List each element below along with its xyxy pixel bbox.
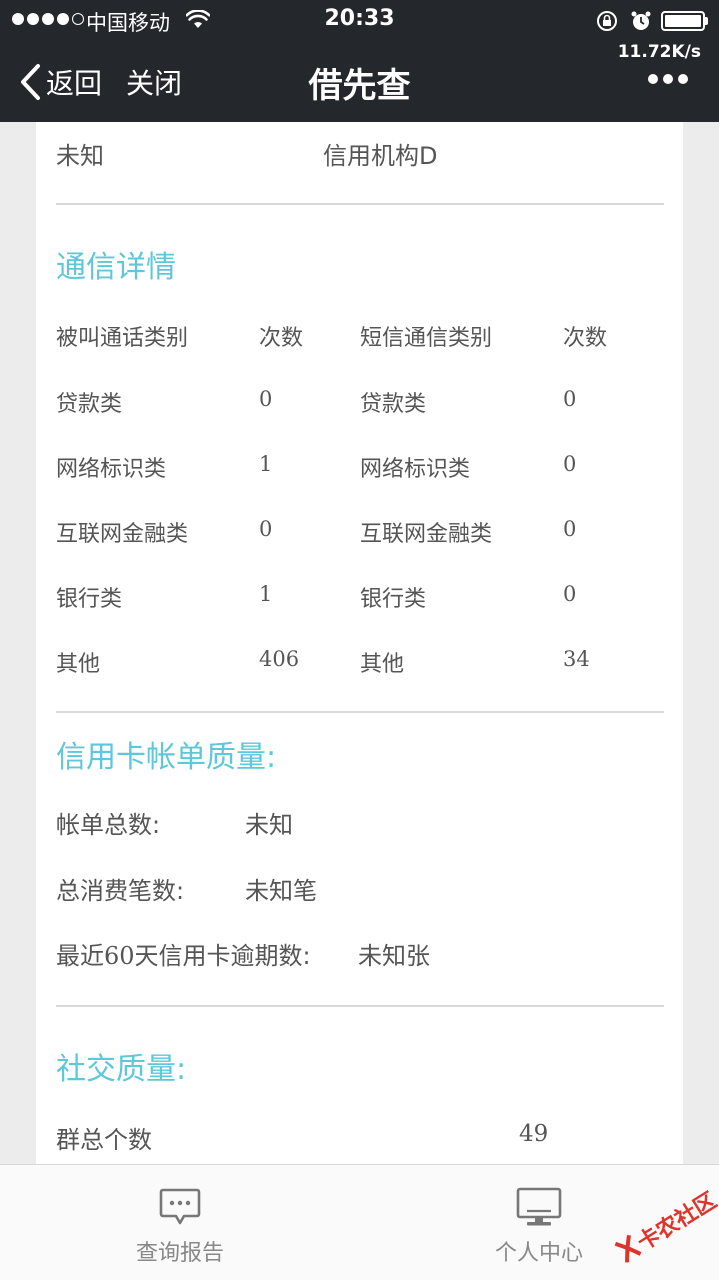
cell-called-count: 1 — [259, 582, 273, 606]
chevron-left-icon — [21, 64, 40, 100]
cell-called-count: 1 — [259, 452, 273, 476]
cell-called-type: 银行类 — [56, 587, 123, 612]
cell-sms-type: 其他 — [360, 652, 405, 677]
cell-sms-type: 贷款类 — [360, 392, 427, 417]
comm-section-title: 通信详情 — [56, 250, 176, 285]
top-bar: 中国移动 20:33 11.72K/s 返回 关闭 借先查 — [0, 0, 719, 122]
battery-icon — [661, 11, 709, 31]
tab-query-report-label: 查询报告 — [135, 1241, 224, 1266]
cell-sms-type: 互联网金融类 — [360, 522, 493, 547]
overdue-count-label: 最近60天信用卡逾期数: — [56, 942, 311, 970]
cell-called-type: 网络标识类 — [56, 457, 167, 482]
alarm-icon — [631, 11, 651, 30]
rotation-lock-icon — [597, 11, 617, 31]
chat-bubble-icon — [159, 1188, 201, 1225]
cell-called-count: 406 — [259, 647, 300, 671]
more-options-button[interactable] — [648, 74, 688, 84]
comm-header-called-type: 被叫通话类别 — [56, 326, 189, 351]
cell-sms-count: 0 — [563, 582, 577, 606]
comm-header-sms-count: 次数 — [563, 326, 608, 351]
cell-called-type: 互联网金融类 — [56, 522, 189, 547]
monitor-icon — [516, 1187, 562, 1226]
back-label: 返回 — [46, 67, 103, 100]
status-bar: 中国移动 20:33 — [0, 0, 719, 40]
divider — [56, 711, 664, 713]
cell-sms-count: 0 — [563, 387, 577, 411]
group-count-value: 49 — [519, 1121, 549, 1147]
comm-header-called-count: 次数 — [259, 326, 304, 351]
cell-called-count: 0 — [259, 387, 273, 411]
top-row-left: 未知 — [56, 142, 104, 170]
top-row-right: 信用机构D — [323, 142, 438, 170]
bill-total-label: 帐单总数: — [56, 811, 161, 839]
consumption-count-label: 总消费笔数: — [56, 877, 185, 905]
social-section-title: 社交质量: — [56, 1052, 187, 1087]
back-button[interactable]: 返回 — [18, 60, 102, 104]
cell-sms-count: 0 — [563, 517, 577, 541]
cell-called-type: 贷款类 — [56, 392, 123, 417]
close-button[interactable]: 关闭 — [126, 62, 182, 102]
bill-total-value: 未知 — [245, 811, 293, 839]
cell-sms-type: 银行类 — [360, 587, 427, 612]
more-dots-icon — [648, 74, 658, 84]
credit-section-title: 信用卡帐单质量: — [56, 740, 277, 775]
divider — [56, 203, 664, 205]
report-card[interactable]: 未知 信用机构D 通信详情 被叫通话类别 次数 短信通信类别 次数 贷款类 0 … — [36, 122, 683, 1164]
group-count-label: 群总个数 — [56, 1126, 152, 1154]
cell-sms-type: 网络标识类 — [360, 457, 471, 482]
cell-sms-count: 34 — [563, 647, 590, 671]
page-title: 借先查 — [308, 66, 411, 106]
overdue-count-value: 未知张 — [358, 942, 430, 970]
comm-header-sms-type: 短信通信类别 — [360, 326, 493, 351]
consumption-count-value: 未知笔 — [245, 877, 317, 905]
cell-sms-count: 0 — [563, 452, 577, 476]
cell-called-count: 0 — [259, 517, 273, 541]
network-speed: 11.72K/s — [617, 42, 701, 62]
cell-called-type: 其他 — [56, 652, 101, 677]
tab-query-report[interactable]: 查询报告 — [60, 1165, 300, 1280]
divider — [56, 1005, 664, 1007]
